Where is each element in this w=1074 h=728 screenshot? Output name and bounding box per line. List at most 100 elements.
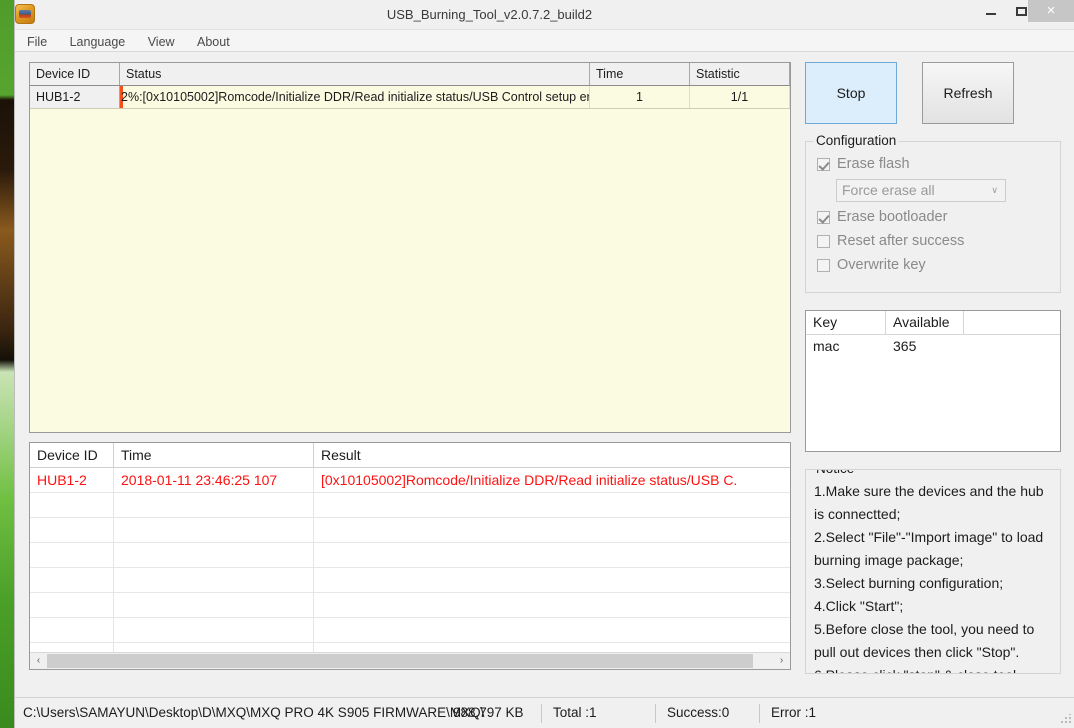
status-bar: C:\Users\SAMAYUN\Desktop\D\MXQ\MXQ PRO 4… <box>15 697 1074 728</box>
close-button[interactable]: × <box>1028 0 1074 22</box>
table-row[interactable] <box>30 543 790 568</box>
log-empty-cell <box>314 593 790 617</box>
table-row[interactable] <box>30 518 790 543</box>
result-log-table[interactable]: Device ID Time Result HUB1-2 2018-01-11 … <box>29 442 791 670</box>
checkbox-row-overwrite-key[interactable]: Overwrite key <box>817 253 1052 277</box>
log-result-cell: [0x10105002]Romcode/Initialize DDR/Read … <box>314 468 790 492</box>
log-empty-cell <box>30 593 114 617</box>
table-row[interactable] <box>30 568 790 593</box>
label-reset-after-success: Reset after success <box>837 233 964 249</box>
status-separator <box>655 704 656 723</box>
log-empty-cell <box>114 518 314 542</box>
log-empty-rows <box>30 493 790 668</box>
scrollbar-thumb[interactable] <box>47 654 753 668</box>
menu-item-file[interactable]: File <box>18 30 56 52</box>
menu-bar: File Language View About <box>15 30 1074 52</box>
table-row[interactable]: mac 365 <box>806 335 1060 359</box>
key-table-header: Key Available <box>806 311 1060 335</box>
column-header-log-device-id: Device ID <box>30 443 114 467</box>
device-status-text: 2%:[0x10105002]Romcode/Initialize DDR/Re… <box>121 86 589 108</box>
checkbox-overwrite-key[interactable] <box>817 259 830 272</box>
log-empty-cell <box>314 568 790 592</box>
notice-group: Notice 1.Make sure the devices and the h… <box>805 469 1061 674</box>
menu-item-about[interactable]: About <box>188 30 239 52</box>
column-header-log-time: Time <box>114 443 314 467</box>
title-bar: USB_Burning_Tool_v2.0.7.2_build2 × <box>15 0 1074 30</box>
column-header-key: Key <box>806 311 886 334</box>
column-header-statistic: Statistic <box>690 63 790 85</box>
right-panel: Stop Refresh Configuration Erase flash Fo… <box>805 62 1061 674</box>
status-image-path: C:\Users\SAMAYUN\Desktop\D\MXQ\MXQ PRO 4… <box>15 698 484 728</box>
scroll-right-icon[interactable]: › <box>773 653 790 669</box>
key-table[interactable]: Key Available mac 365 <box>805 310 1061 452</box>
table-row[interactable]: HUB1-2 2018-01-11 23:46:25 107 [0x101050… <box>30 468 790 493</box>
configuration-group: Configuration Erase flash Force erase al… <box>805 141 1061 293</box>
log-empty-cell <box>30 618 114 642</box>
close-icon: × <box>1028 0 1074 22</box>
application-window: USB_Burning_Tool_v2.0.7.2_build2 × File … <box>14 0 1074 728</box>
menu-item-language[interactable]: Language <box>61 30 135 52</box>
refresh-button[interactable]: Refresh <box>922 62 1014 124</box>
column-header-time: Time <box>590 63 690 85</box>
column-header-log-result: Result <box>314 443 790 467</box>
checkbox-row-erase-flash[interactable]: Erase flash <box>817 152 1052 176</box>
key-name-cell: mac <box>806 335 886 359</box>
log-empty-cell <box>114 593 314 617</box>
status-success: Success:0 <box>659 698 729 728</box>
log-empty-cell <box>314 493 790 517</box>
checkbox-reset-after-success[interactable] <box>817 235 830 248</box>
log-empty-cell <box>30 518 114 542</box>
erase-mode-select[interactable]: Force erase all ∨ <box>836 179 1006 202</box>
resize-grip-icon[interactable] <box>1060 714 1071 725</box>
log-empty-cell <box>114 493 314 517</box>
log-empty-cell <box>114 618 314 642</box>
window-title: USB_Burning_Tool_v2.0.7.2_build2 <box>15 0 1074 29</box>
log-horizontal-scrollbar[interactable]: ‹ › <box>30 652 790 669</box>
chevron-down-icon: ∨ <box>991 180 998 201</box>
label-erase-bootloader: Erase bootloader <box>837 209 947 225</box>
status-separator <box>541 704 542 723</box>
log-empty-cell <box>30 568 114 592</box>
log-time-cell: 2018-01-11 23:46:25 107 <box>114 468 314 492</box>
log-empty-cell <box>114 543 314 567</box>
table-row[interactable]: HUB1-2 2%:[0x10105002]Romcode/Initialize… <box>30 86 790 109</box>
checkbox-row-erase-bootloader[interactable]: Erase bootloader <box>817 205 1052 229</box>
checkbox-erase-bootloader[interactable] <box>817 211 830 224</box>
table-row[interactable] <box>30 593 790 618</box>
log-empty-cell <box>30 543 114 567</box>
column-header-device-id: Device ID <box>30 63 120 85</box>
checkbox-row-reset-after-success[interactable]: Reset after success <box>817 229 1052 253</box>
log-empty-cell <box>30 493 114 517</box>
stop-button[interactable]: Stop <box>805 62 897 124</box>
device-status-table[interactable]: Device ID Status Time Statistic HUB1-2 2… <box>29 62 791 433</box>
device-id-cell: HUB1-2 <box>30 86 120 108</box>
status-image-size: 988,797 KB <box>445 698 524 728</box>
device-table-header: Device ID Status Time Statistic <box>30 63 790 86</box>
status-total: Total :1 <box>545 698 597 728</box>
checkbox-erase-flash[interactable] <box>817 158 830 171</box>
status-separator <box>759 704 760 723</box>
log-empty-cell <box>314 543 790 567</box>
notice-title: Notice <box>813 469 857 476</box>
column-header-status: Status <box>120 63 590 85</box>
log-empty-cell <box>314 618 790 642</box>
log-empty-cell <box>314 518 790 542</box>
table-row[interactable] <box>30 618 790 643</box>
notice-text: 1.Make sure the devices and the hub is c… <box>814 480 1052 674</box>
menu-item-view[interactable]: View <box>139 30 184 52</box>
main-content: Device ID Status Time Statistic HUB1-2 2… <box>15 52 1074 689</box>
table-row[interactable] <box>30 493 790 518</box>
minimize-button[interactable] <box>976 0 1006 22</box>
configuration-title: Configuration <box>813 133 899 148</box>
erase-mode-value: Force erase all <box>842 182 935 198</box>
device-status-cell: 2%:[0x10105002]Romcode/Initialize DDR/Re… <box>120 86 590 108</box>
log-device-id-cell: HUB1-2 <box>30 468 114 492</box>
status-error: Error :1 <box>763 698 816 728</box>
label-erase-flash: Erase flash <box>837 156 910 172</box>
label-overwrite-key: Overwrite key <box>837 257 926 273</box>
log-empty-cell <box>114 568 314 592</box>
scroll-left-icon[interactable]: ‹ <box>30 653 47 669</box>
key-available-cell: 365 <box>886 335 964 359</box>
device-time-cell: 1 <box>590 86 690 108</box>
column-header-available: Available <box>886 311 964 334</box>
